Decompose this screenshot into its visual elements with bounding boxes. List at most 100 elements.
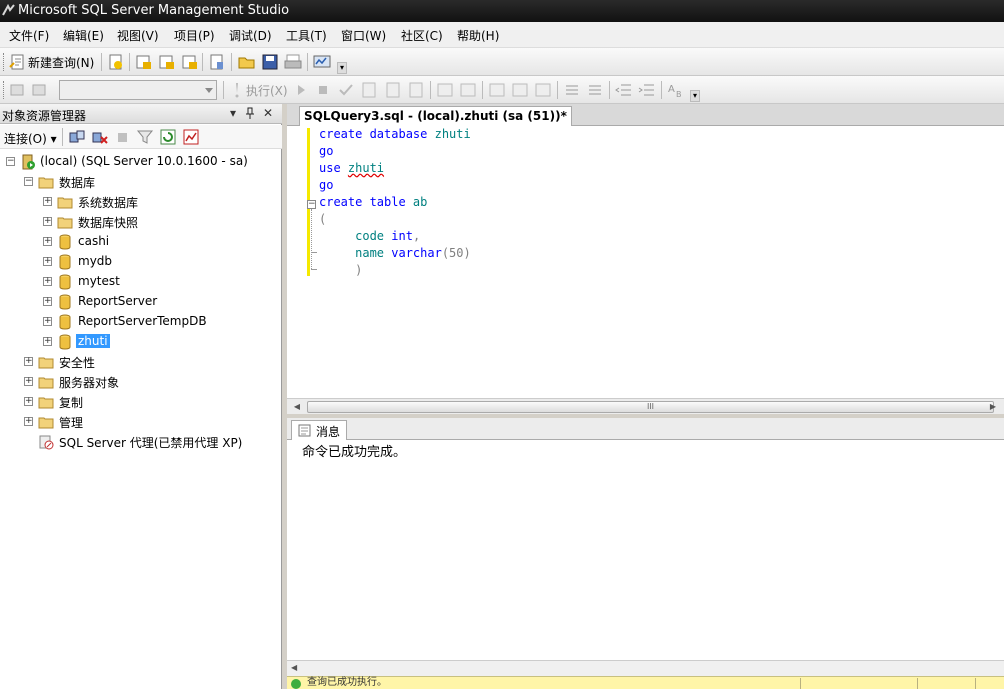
- expand-icon[interactable]: +: [43, 257, 52, 266]
- results-to-file-icon[interactable]: [534, 81, 552, 99]
- tree-node-database[interactable]: + ReportServer: [0, 292, 282, 312]
- new-query-icon[interactable]: [9, 53, 27, 71]
- tab-messages[interactable]: 消息: [291, 420, 348, 440]
- code-line: ): [355, 263, 363, 277]
- collapse-icon[interactable]: −: [24, 177, 33, 186]
- tab-sqlquery3[interactable]: SQLQuery3.sql - (local).zhuti (sa (51))*: [299, 106, 572, 126]
- available-databases-select[interactable]: [59, 80, 217, 100]
- toolbar-grip[interactable]: [3, 53, 6, 71]
- specify-template-values-icon[interactable]: A B: [667, 81, 685, 99]
- include-actual-plan-icon[interactable]: [436, 81, 454, 99]
- menu-project[interactable]: 项目(P): [174, 27, 215, 44]
- activity-monitor-icon[interactable]: [182, 128, 200, 146]
- collapse-icon[interactable]: −: [6, 157, 15, 166]
- new-query-button[interactable]: 新建查询(N): [28, 54, 94, 71]
- database-icon: [59, 314, 71, 330]
- expand-icon[interactable]: +: [43, 317, 52, 326]
- toolbar-grip[interactable]: [3, 81, 6, 99]
- open-file-icon[interactable]: [238, 53, 256, 71]
- expand-icon[interactable]: +: [24, 357, 33, 366]
- activity-monitor-icon[interactable]: [313, 53, 331, 71]
- query-editor[interactable]: − create database zhuti go use zhuti go …: [287, 126, 1004, 398]
- menu-help[interactable]: 帮助(H): [457, 27, 499, 44]
- menu-tools[interactable]: 工具(T): [286, 27, 327, 44]
- toolbar-overflow-icon[interactable]: ▾: [690, 90, 700, 102]
- scroll-left-icon[interactable]: ◀: [291, 663, 297, 672]
- comment-out-icon[interactable]: [563, 81, 581, 99]
- scroll-right-icon[interactable]: ▶: [987, 401, 999, 413]
- messages-pane[interactable]: 命令已成功完成。: [287, 440, 1004, 660]
- toolbar-separator: [202, 53, 203, 71]
- save-icon[interactable]: [261, 53, 279, 71]
- analyze-query-icon[interactable]: [407, 81, 425, 99]
- analysis-xmla-query-icon[interactable]: [181, 53, 199, 71]
- scrollbar-thumb[interactable]: III: [307, 401, 994, 413]
- tree-node-sql-agent[interactable]: SQL Server 代理(已禁用代理 XP): [0, 432, 282, 452]
- expand-icon[interactable]: +: [43, 277, 52, 286]
- tree-node-server[interactable]: − (local) (SQL Server 10.0.1600 - sa): [0, 152, 282, 172]
- code-line: code int,: [355, 229, 421, 243]
- client-statistics-icon[interactable]: [459, 81, 477, 99]
- results-to-text-icon[interactable]: [488, 81, 506, 99]
- stop-icon[interactable]: [114, 128, 132, 146]
- expand-icon[interactable]: +: [43, 237, 52, 246]
- expand-icon[interactable]: +: [43, 197, 52, 206]
- expand-icon[interactable]: +: [43, 337, 52, 346]
- menu-file[interactable]: 文件(F): [9, 27, 49, 44]
- window-position-dropdown-icon[interactable]: ▾: [226, 106, 240, 120]
- connect-icon[interactable]: [9, 81, 27, 99]
- increase-indent-icon[interactable]: [638, 81, 656, 99]
- tree-node-replication[interactable]: + 复制: [0, 392, 282, 412]
- print-icon[interactable]: [284, 53, 302, 71]
- tree-node-system-databases[interactable]: + 系统数据库: [0, 192, 282, 212]
- execute-icon[interactable]: [228, 81, 246, 99]
- change-connection-icon[interactable]: [31, 81, 49, 99]
- uncomment-icon[interactable]: [586, 81, 604, 99]
- connect-dropdown[interactable]: 连接(O) ▾: [4, 130, 57, 147]
- display-plan-icon[interactable]: [384, 81, 402, 99]
- compact-query-icon[interactable]: [208, 53, 226, 71]
- debug-play-icon[interactable]: [292, 81, 310, 99]
- analysis-dmx-query-icon[interactable]: [158, 53, 176, 71]
- tree-node-database[interactable]: + mytest: [0, 272, 282, 292]
- results-to-grid-icon[interactable]: [511, 81, 529, 99]
- expand-icon[interactable]: +: [24, 397, 33, 406]
- tree-node-database-selected[interactable]: + zhuti: [0, 332, 282, 352]
- tree-node-databases[interactable]: − 数据库: [0, 172, 282, 192]
- analysis-mdx-query-icon[interactable]: [135, 53, 153, 71]
- refresh-icon[interactable]: [159, 128, 177, 146]
- expand-icon[interactable]: +: [24, 417, 33, 426]
- menu-debug[interactable]: 调试(D): [229, 27, 272, 44]
- tree-node-database-snapshots[interactable]: + 数据库快照: [0, 212, 282, 232]
- editor-horizontal-scrollbar[interactable]: ◀ III ▶: [287, 398, 1004, 414]
- cancel-query-icon[interactable]: [314, 81, 332, 99]
- pin-icon[interactable]: [243, 106, 257, 120]
- scroll-left-icon[interactable]: ◀: [291, 401, 303, 413]
- expand-icon[interactable]: +: [43, 297, 52, 306]
- tree-node-database[interactable]: + ReportServerTempDB: [0, 312, 282, 332]
- tree-node-database[interactable]: + cashi: [0, 232, 282, 252]
- tree-node-database[interactable]: + mydb: [0, 252, 282, 272]
- execute-button[interactable]: 执行(X): [246, 82, 288, 99]
- menu-community[interactable]: 社区(C): [401, 27, 443, 44]
- decrease-indent-icon[interactable]: [615, 81, 633, 99]
- collapse-region-icon[interactable]: −: [307, 200, 316, 209]
- expand-icon[interactable]: +: [24, 377, 33, 386]
- expand-icon[interactable]: +: [43, 217, 52, 226]
- parse-checkmark-icon[interactable]: [337, 81, 355, 99]
- close-icon[interactable]: ✕: [261, 106, 275, 120]
- tree-node-management[interactable]: + 管理: [0, 412, 282, 432]
- tree-node-security[interactable]: + 安全性: [0, 352, 282, 372]
- database-engine-query-icon[interactable]: [107, 53, 125, 71]
- menu-window[interactable]: 窗口(W): [341, 27, 386, 44]
- tree-node-server-objects[interactable]: + 服务器对象: [0, 372, 282, 392]
- menu-view[interactable]: 视图(V): [117, 27, 159, 44]
- query-designer-icon[interactable]: [360, 81, 378, 99]
- folder-icon: [38, 417, 54, 429]
- disconnect-icon[interactable]: [91, 128, 109, 146]
- connect-object-explorer-icon[interactable]: [68, 128, 86, 146]
- toolbar-overflow-icon[interactable]: ▾: [337, 62, 347, 74]
- menu-edit[interactable]: 编辑(E): [63, 27, 104, 44]
- results-horizontal-scrollbar[interactable]: ◀: [287, 660, 1004, 676]
- filter-icon[interactable]: [136, 128, 154, 146]
